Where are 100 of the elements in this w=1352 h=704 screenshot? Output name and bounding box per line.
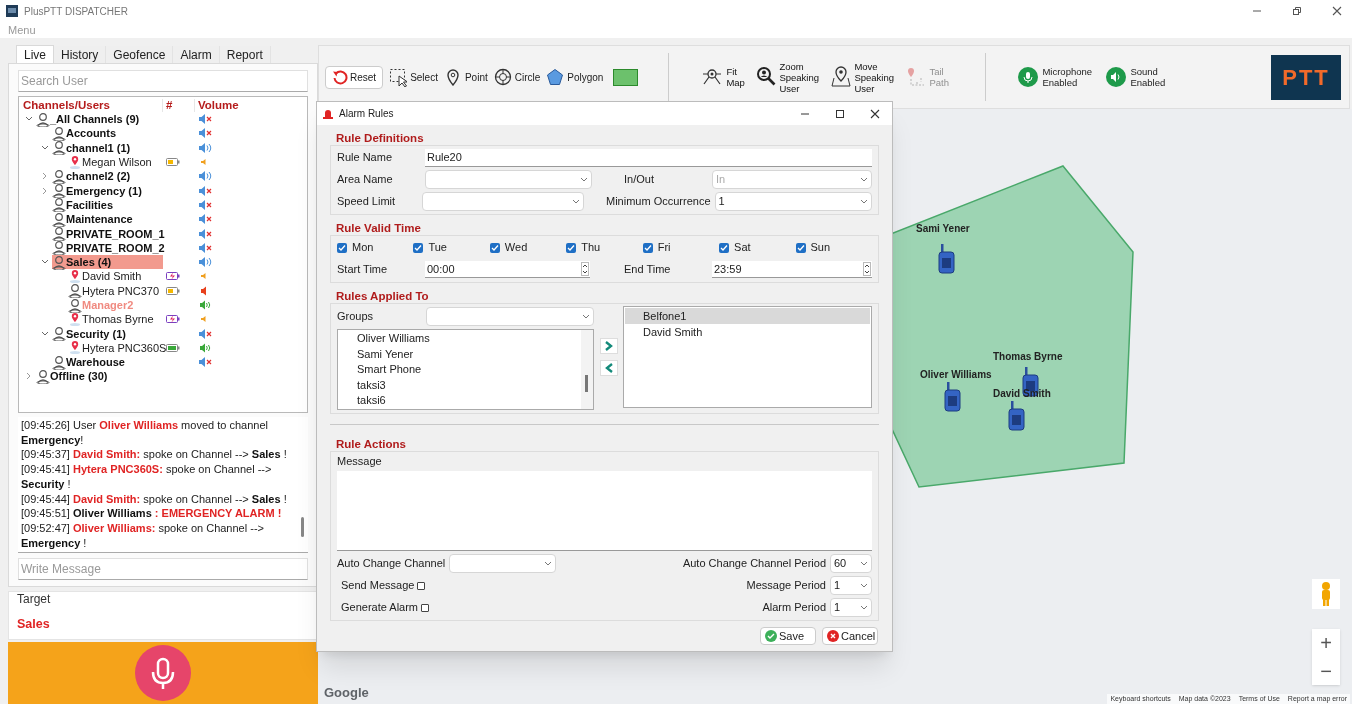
sound-toggle[interactable]: Sound Enabled xyxy=(1106,66,1169,88)
tree-item[interactable]: PRIVATE_ROOM_1 xyxy=(52,226,165,241)
time-field[interactable]: 23:59 xyxy=(712,261,872,278)
tree-item[interactable]: Thomas Byrne xyxy=(68,312,163,327)
tree-item[interactable]: Warehouse xyxy=(52,355,163,370)
time-field[interactable]: 00:00 xyxy=(425,261,590,278)
section-title: Rules Applied To xyxy=(335,289,429,303)
checkbox[interactable] xyxy=(421,603,430,612)
tree-item[interactable]: David Smith xyxy=(68,269,163,284)
tree-item[interactable]: _All Channels (9) xyxy=(36,112,163,127)
user-pin-icon xyxy=(52,140,66,156)
user-pin-icon xyxy=(52,326,66,342)
microphone-toggle[interactable]: Microphone Enabled xyxy=(1018,66,1095,88)
chevron-down-icon xyxy=(860,177,868,182)
checkbox-label: Sat xyxy=(734,240,751,256)
list-item[interactable]: taksi3 xyxy=(357,377,581,393)
checkbox[interactable] xyxy=(413,242,424,253)
section-title: Rule Valid Time xyxy=(335,221,421,235)
checkbox[interactable] xyxy=(566,242,577,253)
chevron-down-icon xyxy=(860,199,868,204)
zoom-button[interactable]: − xyxy=(1312,657,1340,685)
checkmark-icon xyxy=(414,243,423,252)
column-header: Channels/Users xyxy=(22,99,163,112)
move-button[interactable]: Move Speaking User xyxy=(831,60,899,94)
scrollbar-thumb[interactable] xyxy=(301,517,304,537)
maximize-icon xyxy=(835,108,845,119)
zoom-button[interactable]: + xyxy=(1312,629,1340,657)
select-tool-button[interactable]: Select xyxy=(389,67,438,87)
user-label: Oliver Williams xyxy=(920,368,992,382)
dropdown[interactable]: 60 xyxy=(830,554,872,573)
remove-button[interactable] xyxy=(599,360,618,376)
list-item[interactable]: Belfone1 xyxy=(625,308,870,324)
tree-item[interactable]: Offline (30) xyxy=(36,369,163,384)
restore-icon xyxy=(1292,6,1302,16)
polygon-tool-button[interactable]: Polygon xyxy=(546,67,604,87)
close-icon xyxy=(1332,6,1342,16)
search-field[interactable]: Search User xyxy=(18,70,308,92)
tree-item[interactable]: channel2 (2) xyxy=(52,169,163,184)
user-label: Thomas Byrne xyxy=(993,350,1063,364)
field-label: Speed Limit xyxy=(337,194,397,210)
tree-item[interactable]: Hytera PNC370 xyxy=(68,283,163,298)
field-label: Message xyxy=(337,454,383,468)
spinner-icon xyxy=(863,262,871,276)
fit-button[interactable]: Fit Map xyxy=(701,66,749,88)
tree-item[interactable]: Facilities xyxy=(52,197,163,212)
list-item[interactable]: Oliver Williams xyxy=(357,331,581,347)
tree-item[interactable]: channel1 (1) xyxy=(52,140,163,155)
zoom-button[interactable]: Zoom Speaking User xyxy=(756,60,824,94)
text-field[interactable]: Rule20 xyxy=(425,148,872,167)
tree-item[interactable]: Megan Wilson xyxy=(68,155,163,170)
list-item[interactable]: taksi6 xyxy=(357,393,581,409)
checkbox[interactable] xyxy=(795,242,806,253)
log-entry: [09:45:41] Hytera PNC360S: spoke on Channel --> Security ! xyxy=(21,462,273,492)
dropdown[interactable]: 1 xyxy=(830,576,872,595)
tree-item[interactable]: Maintenance xyxy=(52,212,163,227)
checkbox[interactable] xyxy=(337,242,347,253)
list-item[interactable]: David Smith xyxy=(625,324,870,340)
color-swatch[interactable] xyxy=(613,68,639,86)
checkbox[interactable] xyxy=(642,242,653,253)
reset-button[interactable]: Reset xyxy=(325,65,384,89)
field-label: Alarm Period xyxy=(762,600,826,616)
checkbox-label: Send Message xyxy=(341,578,415,594)
field-label: Start Time xyxy=(337,262,389,278)
tree-item[interactable]: Hytera PNC360S xyxy=(68,340,167,355)
dropdown[interactable]: 1 xyxy=(714,192,872,211)
field-label: Rule Name xyxy=(337,150,394,166)
tree-item[interactable]: Accounts xyxy=(52,126,163,141)
target-title: Target xyxy=(17,591,52,606)
map-brand: Google xyxy=(324,683,369,702)
user-pin-icon xyxy=(52,211,66,227)
pentagon-icon xyxy=(546,67,565,87)
user-pin-icon xyxy=(36,111,50,127)
checkmark-icon xyxy=(567,243,576,252)
point-tool-button[interactable]: Point xyxy=(443,67,488,87)
dropdown[interactable]: 1 xyxy=(830,598,872,617)
tab[interactable]: Live xyxy=(16,45,54,63)
magnifier-user-icon xyxy=(756,66,777,88)
chevron-right-icon xyxy=(603,341,614,351)
target-value: Sales xyxy=(17,615,51,633)
checkmark-icon xyxy=(643,243,652,252)
circle-tool-button[interactable]: Circle xyxy=(493,67,541,87)
message-field[interactable] xyxy=(337,471,872,551)
checkbox[interactable] xyxy=(489,242,500,253)
tree-item[interactable]: Security (1) xyxy=(52,326,163,341)
scrollbar-thumb[interactable] xyxy=(585,375,588,392)
user-pin-icon xyxy=(52,226,66,241)
add-button[interactable] xyxy=(599,338,618,354)
alarm-siren-icon xyxy=(323,108,333,119)
tree-item[interactable]: Emergency (1) xyxy=(52,183,163,198)
checkbox[interactable] xyxy=(417,581,426,590)
checkmark-icon xyxy=(338,243,346,252)
speaker-icon xyxy=(1106,67,1127,87)
list-item[interactable]: Smart Phone xyxy=(357,362,581,378)
tree-item[interactable]: Sales (4) xyxy=(52,255,163,270)
app-icon xyxy=(6,5,18,17)
cancel-button[interactable]: Cancel xyxy=(822,627,878,645)
checkbox[interactable] xyxy=(719,242,730,253)
save-button[interactable]: Save xyxy=(760,627,816,645)
checkbox-label: Tue xyxy=(428,240,447,256)
list-item[interactable]: Sami Yener xyxy=(357,346,581,362)
